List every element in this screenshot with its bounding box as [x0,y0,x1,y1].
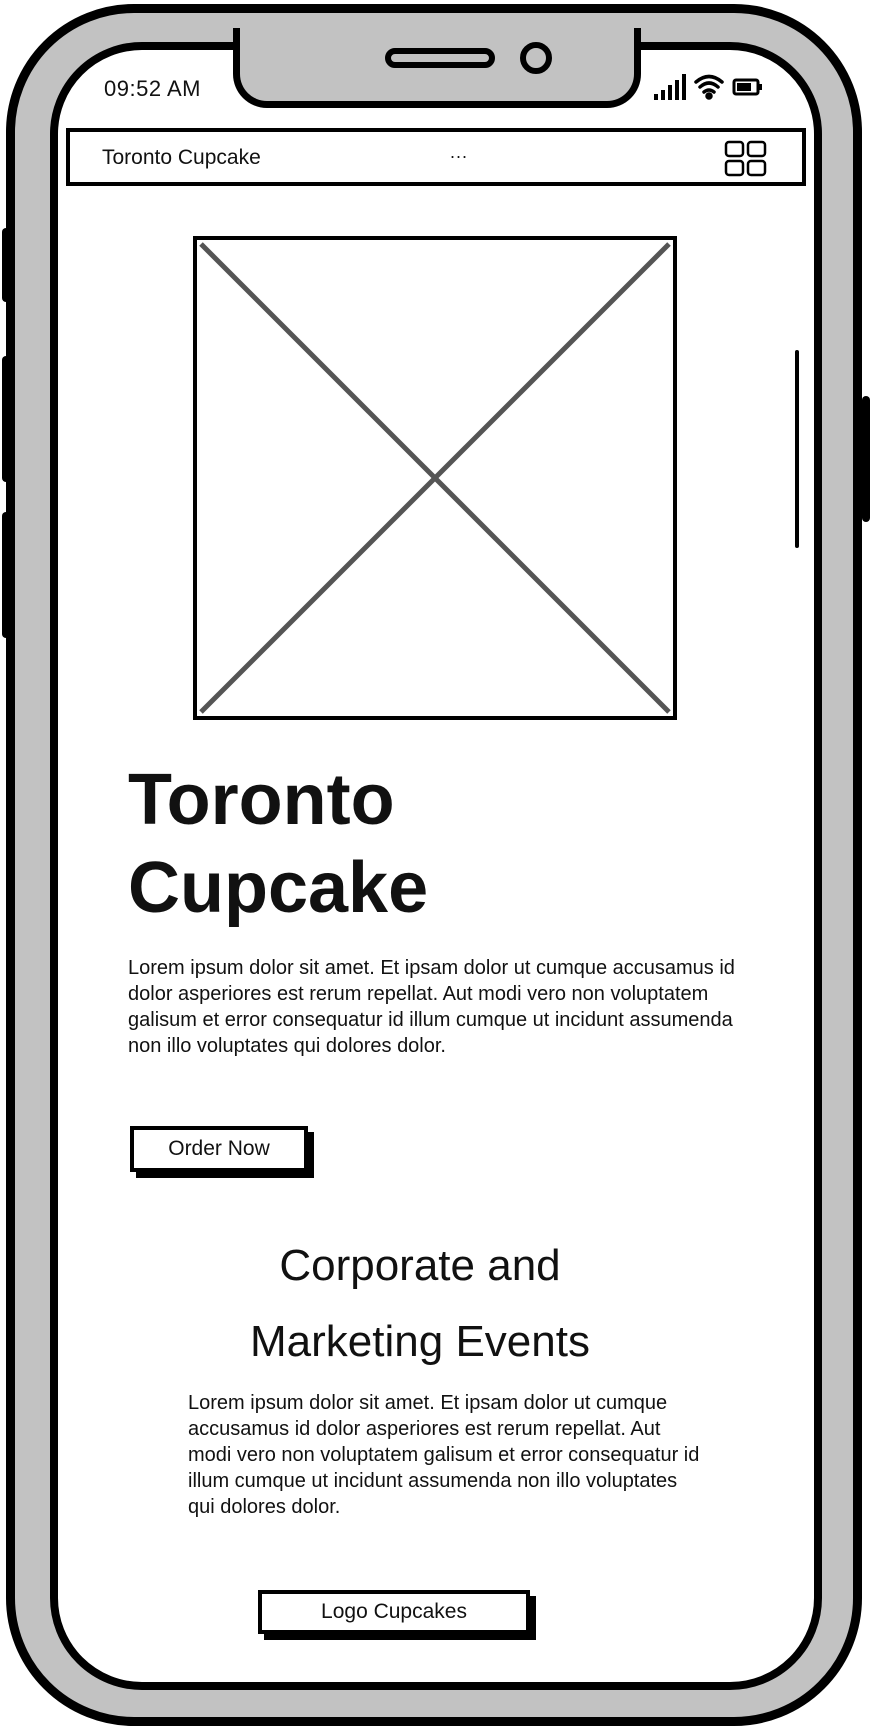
volume-down-button [2,512,10,638]
image-placeholder-icon [193,236,677,720]
status-time: 09:52 AM [104,76,201,101]
signal-icon [654,74,686,100]
app-bar: Toronto Cupcake ... [66,128,806,186]
events-title: Corporate and Marketing Events [250,1241,590,1366]
events-text: Lorem ipsum dolor sit amet. Et ipsam dol… [188,1392,700,1518]
app-title: Toronto Cupcake [102,146,261,169]
hero-title: Toronto Cupcake [128,760,429,928]
scrollbar[interactable] [795,350,799,548]
notch [233,28,641,108]
logo-cupcakes-button[interactable]: Logo Cupcakes [258,1590,530,1634]
battery-icon [732,78,762,96]
hero-text: Lorem ipsum dolor sit amet. Et ipsam dol… [128,957,735,1057]
speaker-grille [385,48,495,68]
order-now-button[interactable]: Order Now [130,1126,308,1172]
mute-switch [2,228,10,302]
volume-up-button [2,356,10,482]
camera-icon [520,42,552,74]
power-button [862,396,870,522]
wifi-icon [694,74,724,100]
more-menu[interactable]: ... [450,142,468,163]
grid-icon[interactable] [724,140,768,178]
status-icons [654,72,764,102]
